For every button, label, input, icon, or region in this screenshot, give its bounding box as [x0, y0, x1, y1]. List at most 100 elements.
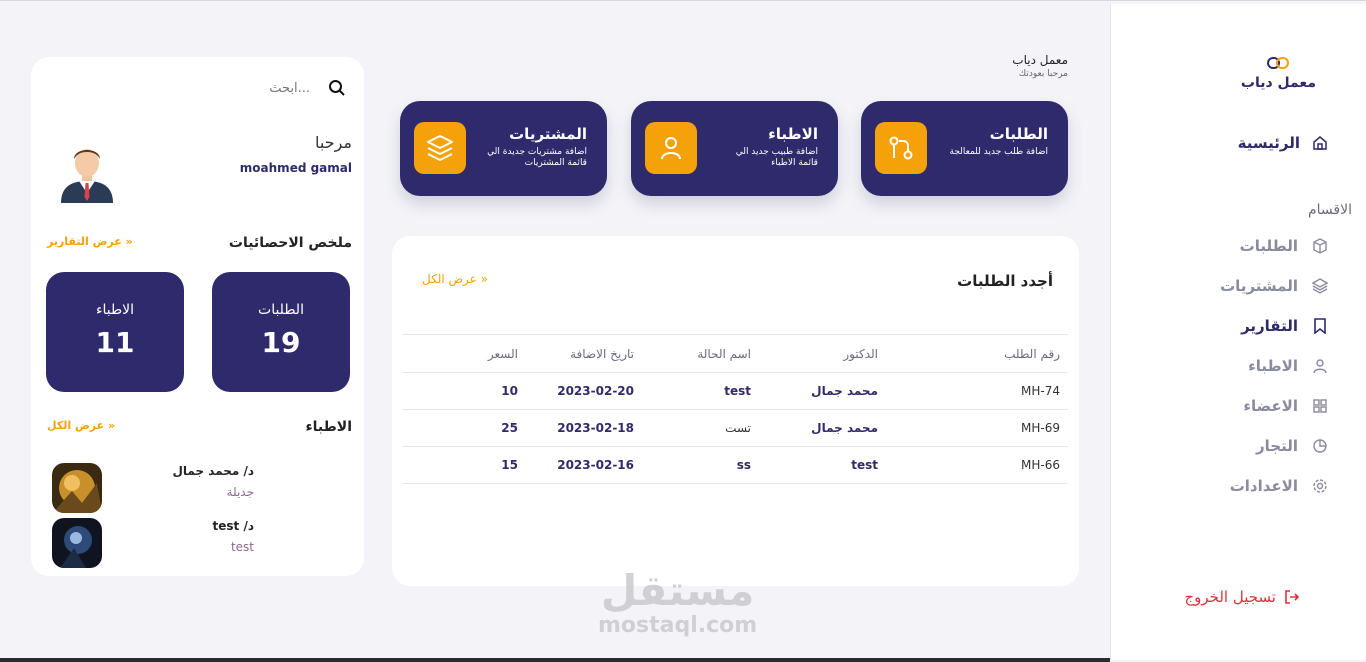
order-doctor: محمد جمال [751, 409, 878, 447]
list-item[interactable]: د/ test test [52, 518, 352, 570]
column-header[interactable]: السعر [402, 334, 518, 373]
card-desc: اضافة طبيب جديد الي قائمة الاطباء [735, 147, 818, 168]
page: معمل دياب الرئيسية الاقسام الطلبات المشت… [0, 0, 1366, 662]
sidebar-item-orders[interactable]: الطلبات [1220, 226, 1328, 266]
nav-home[interactable]: الرئيسية [1238, 134, 1328, 152]
order-doctor: محمد جمال [751, 372, 878, 410]
order-price: 25 [402, 409, 518, 447]
search-input[interactable] [230, 80, 310, 96]
order-date: 2023-02-18 [518, 409, 634, 447]
brand-name: معمل دياب [1240, 75, 1316, 91]
logout-label: تسجيل الخروج [1184, 588, 1276, 606]
watermark-latin: mostaql.com [598, 613, 758, 638]
taskbar-strip [0, 658, 1110, 662]
doctors-view-all-link[interactable]: عرض الكل » [47, 419, 115, 432]
order-doctor: test [751, 446, 878, 484]
username: moahmed gamal [239, 161, 352, 175]
table-header-row: رقم الطلب الدكتور اسم الحالة تاريخ الاضا… [402, 334, 1068, 373]
card-doctors[interactable]: الاطباء اضافة طبيب جديد الي قائمة الاطبا… [631, 101, 838, 196]
latest-orders-title: أجدد الطلبات [957, 272, 1053, 290]
doctor-name: د/ test [212, 519, 254, 533]
sidebar: معمل دياب الرئيسية الاقسام الطلبات المشت… [1110, 4, 1366, 660]
search-icon[interactable] [328, 79, 346, 97]
card-purchases[interactable]: المشتريات اضافة مشتريات جديدة الي قائمة … [400, 101, 607, 196]
table-row[interactable]: MH-69 محمد جمال تست 2023-02-18 25 [402, 409, 1068, 447]
sections-heading: الاقسام [1308, 202, 1352, 218]
sidebar-item-label: الاعضاء [1243, 397, 1298, 415]
stat-label: الاطباء [95, 302, 135, 318]
card-desc: اضافة مشتريات جديدة الي قائمة المشتريات [487, 147, 587, 168]
column-header[interactable]: رقم الطلب [878, 334, 1068, 373]
nav-home-label: الرئيسية [1237, 134, 1300, 152]
greeting-text: مرحبا [315, 133, 352, 152]
pie-chart-icon [1313, 439, 1327, 453]
logo-mark-icon [1267, 57, 1290, 69]
sidebar-item-purchases[interactable]: المشتريات [1220, 266, 1328, 306]
stats-summary-title: ملخص الاحصائيات [228, 235, 352, 251]
card-orders[interactable]: الطلبات اضافة طلب جديد للمعالجة [861, 101, 1068, 196]
layers-icon [414, 122, 466, 174]
watermark-arabic: مستقل [600, 566, 755, 615]
git-pull-icon [875, 122, 927, 174]
latest-orders-panel: أجدد الطلبات عرض الكل » رقم الطلب الدكتو… [392, 236, 1079, 586]
sidebar-item-settings[interactable]: الاعدادات [1220, 466, 1328, 506]
sidebar-item-label: الطلبات [1239, 237, 1298, 255]
order-date: 2023-02-16 [518, 446, 634, 484]
card-title: الاطباء [768, 125, 818, 143]
doctor-thumbnail [52, 518, 102, 568]
profile-panel: مرحبا moahmed gamal ملخص الاحصائيات عرض … [31, 57, 364, 576]
header-title: معمل دياب [1012, 53, 1068, 67]
logout-button[interactable]: تسجيل الخروج [1184, 588, 1300, 606]
order-date: 2023-02-20 [518, 372, 634, 410]
list-item[interactable]: د/ محمد جمال جديلة [52, 463, 352, 515]
order-price: 15 [402, 446, 518, 484]
doctor-thumbnail [52, 463, 102, 513]
sidebar-item-label: التقارير [1241, 317, 1298, 335]
sidebar-item-reports[interactable]: التقارير [1220, 306, 1328, 346]
sidebar-item-label: الاطباء [1248, 357, 1298, 375]
gear-icon [1313, 479, 1327, 493]
brand-logo[interactable]: معمل دياب [1241, 56, 1316, 91]
card-text: المشتريات اضافة مشتريات جديدة الي قائمة … [487, 125, 587, 169]
order-code: MH-66 [878, 446, 1068, 484]
card-text: الطلبات اضافة طلب جديد للمعالجة [948, 125, 1048, 158]
orders-view-all-link[interactable]: عرض الكل » [422, 272, 488, 286]
home-icon [1313, 136, 1327, 150]
search-bar [46, 75, 346, 101]
column-header[interactable]: تاريخ الاضافة [518, 334, 634, 373]
sidebar-item-members[interactable]: الاعضاء [1220, 386, 1328, 426]
bookmark-icon [1314, 318, 1326, 334]
order-code: MH-69 [878, 409, 1068, 447]
order-code: MH-74 [878, 372, 1068, 410]
doctor-specialty: test [230, 540, 254, 554]
card-title: الطلبات [989, 125, 1048, 143]
card-title: المشتريات [509, 125, 587, 143]
card-text: الاطباء اضافة طبيب جديد الي قائمة الاطبا… [718, 125, 818, 169]
table-row[interactable]: MH-66 test ss 2023-02-16 15 [402, 446, 1068, 484]
stat-card-doctors[interactable]: الاطباء 11 [46, 272, 184, 392]
avatar[interactable] [57, 141, 117, 203]
box-icon [1313, 238, 1327, 254]
column-header[interactable]: اسم الحالة [634, 334, 751, 373]
stat-label: الطلبات [258, 302, 304, 318]
sidebar-item-label: التجار [1256, 437, 1298, 455]
view-reports-link[interactable]: عرض التقارير » [47, 235, 133, 248]
user-icon [1313, 359, 1327, 374]
sidebar-item-doctors[interactable]: الاطباء [1220, 346, 1328, 386]
nav-list: الطلبات المشتريات التقارير الاطباء الاعض… [1220, 226, 1328, 506]
column-header[interactable]: الدكتور [751, 334, 878, 373]
doctor-specialty: جديلة [226, 485, 254, 499]
header-subtitle: مرحبا بعودتك [1018, 69, 1068, 79]
sidebar-item-merchants[interactable]: التجار [1220, 426, 1328, 466]
watermark: مستقل mostaql.com [598, 566, 758, 639]
sidebar-item-label: الاعدادات [1229, 477, 1298, 495]
stat-card-orders[interactable]: الطلبات 19 [212, 272, 350, 392]
header-greeting: معمل دياب مرحبا بعودتك [1012, 53, 1068, 79]
order-case: test [634, 372, 751, 410]
doctors-list-title: الاطباء [305, 419, 352, 435]
order-case: تست [634, 409, 751, 447]
stat-value: 19 [261, 326, 301, 359]
table-row[interactable]: MH-74 محمد جمال test 2023-02-20 10 [402, 372, 1068, 410]
order-price: 10 [402, 372, 518, 410]
logout-icon [1285, 590, 1300, 604]
